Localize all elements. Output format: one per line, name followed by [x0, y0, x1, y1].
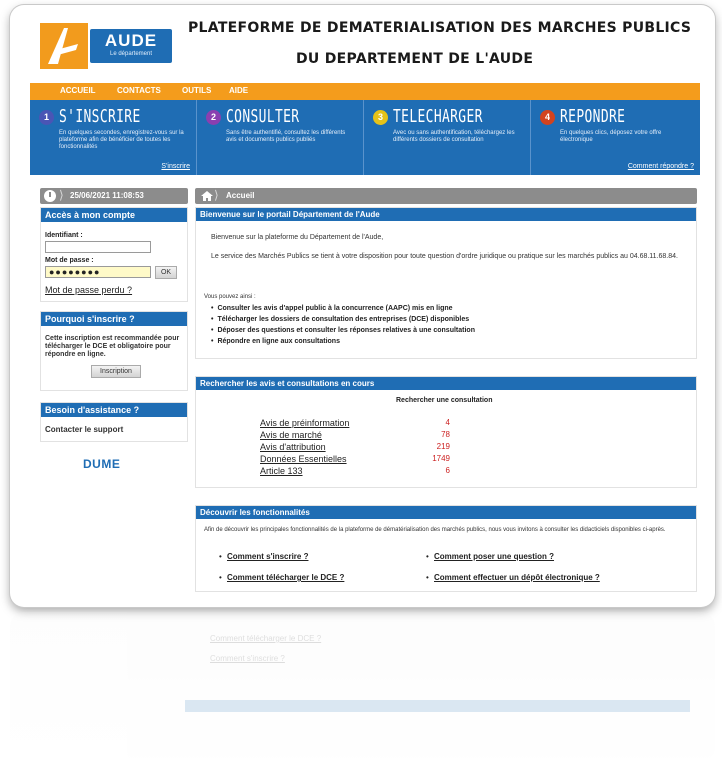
list-item: Déposer des questions et consulter les r… [211, 327, 475, 338]
bullet: • [426, 552, 429, 561]
bullet: • [426, 573, 429, 582]
menu-item-outils[interactable]: OUTILS [182, 86, 211, 95]
lost-password-link[interactable]: Mot de passe perdu ? [45, 285, 132, 295]
contact-support-link[interactable]: Contacter le support [45, 425, 123, 434]
how-download-dce-link[interactable]: Comment télécharger le DCE ? [227, 573, 344, 582]
logo-name-box: AUDE Le département [90, 29, 172, 63]
avis-label[interactable]: Avis de marché [260, 430, 322, 440]
discover-title: Découvrir les fonctionnalités [196, 506, 696, 519]
list-item: Télécharger les dossiers de consultation… [211, 316, 475, 327]
home-icon[interactable] [200, 190, 214, 202]
identifiant-input[interactable] [45, 241, 151, 253]
step-inscrire[interactable]: 1 S'INSCRIRE En quelques secondes, enreg… [30, 100, 197, 175]
logo-subtitle: Le département [109, 51, 153, 57]
page-reflection: Comment télécharger le DCE ? Comment s'i… [10, 612, 715, 762]
how-register-link[interactable]: Comment s'inscrire ? [227, 552, 308, 561]
password-input[interactable]: ●●●●●●●● [45, 266, 151, 278]
bullet: • [219, 573, 222, 582]
step-title: CONSULTER [226, 106, 300, 127]
avis-count: 1749 [432, 454, 450, 463]
avis-count: 219 [436, 442, 450, 451]
menu-item-accueil[interactable]: ACCUEIL [60, 86, 96, 95]
step-title: S'INSCRIRE [59, 106, 141, 127]
avis-row[interactable]: Article 133 6 [260, 466, 450, 477]
inscription-button[interactable]: Inscription [91, 365, 141, 378]
why-register-title: Pourquoi s'inscrire ? [41, 312, 187, 326]
step-number-2: 2 [206, 110, 221, 125]
identifiant-label: Identifiant : [45, 232, 83, 239]
avis-row[interactable]: Avis de préinformation 4 [260, 418, 450, 429]
avis-label[interactable]: Avis d'attribution [260, 442, 326, 452]
how-ask-question-link[interactable]: Comment poser une question ? [434, 552, 554, 561]
welcome-greeting: Bienvenue sur la plateforme du Départeme… [211, 234, 384, 241]
why-register-text: Cette inscription est recommandée pour t… [45, 335, 180, 358]
step-description: En quelques secondes, enregistrez-vous s… [59, 130, 184, 150]
discover-box: Découvrir les fonctionnalités Afin de dé… [195, 505, 697, 592]
menu-item-contacts[interactable]: CONTACTS [117, 86, 161, 95]
avis-label[interactable]: Article 133 [260, 466, 303, 476]
chevron-right-icon: ⟩ [214, 188, 219, 202]
chevron-right-icon: ⟩ [59, 188, 64, 202]
dume-logo[interactable]: DUME [83, 457, 120, 471]
step-telecharger[interactable]: 3 TELECHARGER Avec ou sans authentificat… [364, 100, 531, 175]
search-title: Rechercher les avis et consultations en … [196, 377, 696, 390]
step-title: REPONDRE [560, 106, 626, 127]
welcome-contact-text: Le service des Marchés Publics se tient … [211, 253, 678, 260]
avis-row[interactable]: Données Essentielles 1749 [260, 454, 450, 465]
site-title-line1: PLATEFORME DE DEMATERIALISATION DES MARC… [188, 20, 692, 36]
step-consulter[interactable]: 2 CONSULTER Sans être authentifié, consu… [197, 100, 364, 175]
site-title-line2: DU DEPARTEMENT DE L'AUDE [296, 51, 534, 67]
search-box: Rechercher les avis et consultations en … [195, 376, 697, 488]
clock-icon [44, 190, 56, 202]
avis-row[interactable]: Avis de marché 78 [260, 430, 450, 441]
step-number-1: 1 [39, 110, 54, 125]
step-description: Avec ou sans authentification, télécharg… [393, 130, 515, 143]
password-label: Mot de passe : [45, 257, 94, 264]
breadcrumb-current: Accueil [226, 191, 255, 200]
account-box-title: Accès à mon compte [41, 208, 187, 222]
browser-frame: AUDE Le département PLATEFORME DE DEMATE… [10, 5, 715, 607]
avis-label[interactable]: Avis de préinformation [260, 418, 349, 428]
aude-logo[interactable]: AUDE Le département [40, 23, 175, 69]
breadcrumb-bar: ⟩ Accueil [195, 188, 697, 204]
comment-repondre-link[interactable]: Comment répondre ? [628, 163, 694, 170]
bullet: • [219, 552, 222, 561]
logo-a-mark [40, 23, 88, 69]
list-item: Consulter les avis d'appel public à la c… [211, 305, 475, 316]
step-number-4: 4 [540, 110, 555, 125]
reflection-text: Comment s'inscrire ? [210, 654, 285, 663]
step-description: En quelques clics, déposez votre offre é… [560, 130, 662, 143]
logo-name: AUDE [104, 31, 158, 50]
welcome-box: Bienvenue sur le portail Département de … [195, 207, 697, 359]
step-repondre[interactable]: 4 REPONDRE En quelques clics, déposez vo… [531, 100, 700, 175]
menu-item-aide[interactable]: AIDE [229, 86, 248, 95]
assistance-title: Besoin d'assistance ? [41, 403, 187, 417]
step-title: TELECHARGER [393, 106, 483, 127]
steps-banner: 1 S'INSCRIRE En quelques secondes, enreg… [30, 100, 700, 175]
welcome-title: Bienvenue sur le portail Département de … [196, 208, 696, 221]
inscrire-link[interactable]: S'inscrire [161, 163, 190, 170]
avis-label[interactable]: Données Essentielles [260, 454, 347, 464]
discover-intro: Afin de découvrir les principales foncti… [204, 527, 666, 533]
step-description: Sans être authentifié, consultez les dif… [226, 130, 346, 143]
search-subtitle: Rechercher une consultation [396, 397, 493, 404]
main-menu: ACCUEIL CONTACTS OUTILS AIDE [30, 83, 700, 100]
assistance-box: Besoin d'assistance ? Contacter le suppo… [40, 402, 188, 442]
why-register-box: Pourquoi s'inscrire ? Cette inscription … [40, 311, 188, 391]
step-number-3: 3 [373, 110, 388, 125]
datetime-bar: ⟩ 25/06/2021 11:08:53 [40, 188, 188, 204]
you-can-label: Vous pouvez ainsi : [204, 294, 256, 300]
avis-count: 4 [445, 418, 450, 427]
avis-count: 78 [441, 430, 450, 439]
list-item: Répondre en ligne aux consultations [211, 338, 475, 349]
ok-button[interactable]: OK [155, 266, 177, 279]
avis-count: 6 [445, 466, 450, 475]
reflection-text: Comment télécharger le DCE ? [210, 634, 322, 643]
how-electronic-deposit-link[interactable]: Comment effectuer un dépôt électronique … [434, 573, 600, 582]
features-list: Consulter les avis d'appel public à la c… [211, 305, 475, 349]
account-box: Accès à mon compte Identifiant : Mot de … [40, 207, 188, 302]
current-datetime: 25/06/2021 11:08:53 [70, 191, 144, 200]
avis-row[interactable]: Avis d'attribution 219 [260, 442, 450, 453]
reflection-bar [185, 700, 690, 712]
